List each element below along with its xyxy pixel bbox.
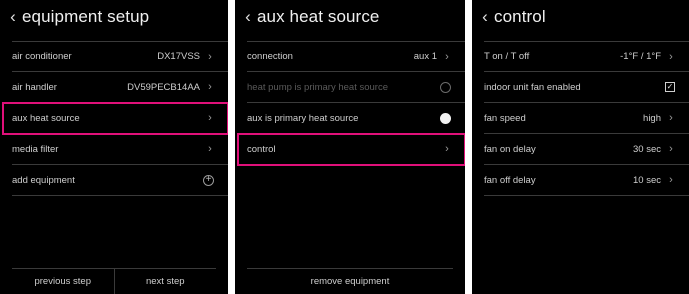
chevron-right-icon: › [669,174,673,186]
chevron-left-icon[interactable]: ‹ [4,8,22,25]
page-title: control [494,6,546,26]
row-label: indoor unit fan enabled [484,81,581,93]
chevron-left-icon[interactable]: ‹ [239,8,257,25]
chevron-left-icon[interactable]: ‹ [476,8,494,25]
row-label: T on / T off [484,51,530,62]
row-label: heat pump is primary heat source [247,81,388,93]
row-value: -1°F / 1°F [620,51,661,62]
header: ‹ equipment setup [0,0,228,33]
chevron-right-icon: › [669,50,673,63]
row-label: air conditioner [12,51,72,62]
row-aux-primary[interactable]: aux is primary heat source [247,103,465,134]
chevron-right-icon: › [445,50,449,63]
row-value: 10 sec [633,174,661,186]
aux-heat-list: connection aux 1 › heat pump is primary … [237,41,465,166]
footer-nav: previous step next step [12,268,216,294]
page-title: equipment setup [22,6,150,26]
row-fan-on-delay[interactable]: fan on delay 30 sec › [484,134,689,165]
chevron-right-icon: › [208,143,212,155]
next-step-button[interactable]: next step [115,276,217,287]
row-label: fan off delay [484,174,536,186]
plus-circle-icon: + [203,174,214,186]
row-label: fan speed [484,112,526,124]
row-add-equipment[interactable]: add equipment + [12,165,228,196]
header: ‹ control [472,0,689,33]
row-t-on-t-off[interactable]: T on / T off -1°F / 1°F › [484,41,689,72]
row-value: 30 sec [633,143,661,155]
row-control[interactable]: control › [237,133,465,166]
row-media-filter[interactable]: media filter › [12,134,228,165]
row-aux-heat-source[interactable]: aux heat source › [2,102,228,135]
control-list: T on / T off -1°F / 1°F › indoor unit fa… [484,41,689,196]
control-screen: ‹ control T on / T off -1°F / 1°F › indo… [472,0,689,294]
row-fan-speed[interactable]: fan speed high › [484,103,689,134]
row-value: high [643,112,661,124]
equipment-list: air conditioner DX17VSS › air handler DV… [2,41,228,196]
row-label: control [247,143,276,155]
page-title: aux heat source [257,6,380,26]
equipment-setup-screen: ‹ equipment setup air conditioner DX17VS… [0,0,228,294]
chevron-right-icon: › [208,112,212,124]
remove-equipment-button[interactable]: remove equipment [247,276,453,287]
row-value: DV59PECB14AA [127,81,200,93]
row-label: aux heat source [12,112,80,124]
row-indoor-fan-enabled[interactable]: indoor unit fan enabled ✓ [484,72,689,103]
row-value: aux 1 [413,51,437,62]
row-label: media filter [12,143,59,155]
row-air-conditioner[interactable]: air conditioner DX17VSS › [12,41,228,72]
row-value: DX17VSS [157,51,200,62]
row-label: connection [247,51,293,62]
checkbox-checked-icon[interactable]: ✓ [665,82,675,92]
radio-unselected-icon[interactable] [440,81,451,93]
chevron-right-icon: › [208,81,212,93]
row-label: aux is primary heat source [247,112,359,124]
aux-heat-source-screen: ‹ aux heat source connection aux 1 › hea… [235,0,465,294]
previous-step-button[interactable]: previous step [12,276,114,287]
row-label: add equipment [12,174,75,186]
row-fan-off-delay[interactable]: fan off delay 10 sec › [484,165,689,196]
chevron-right-icon: › [669,143,673,155]
header: ‹ aux heat source [235,0,465,33]
row-label: air handler [12,81,57,93]
row-connection[interactable]: connection aux 1 › [247,41,465,72]
radio-selected-icon[interactable] [440,112,451,124]
chevron-right-icon: › [208,50,212,63]
chevron-right-icon: › [445,143,449,155]
chevron-right-icon: › [669,112,673,124]
row-air-handler[interactable]: air handler DV59PECB14AA › [12,72,228,103]
row-heat-pump-primary[interactable]: heat pump is primary heat source [247,72,465,103]
footer-nav: remove equipment [247,268,453,294]
row-label: fan on delay [484,143,536,155]
